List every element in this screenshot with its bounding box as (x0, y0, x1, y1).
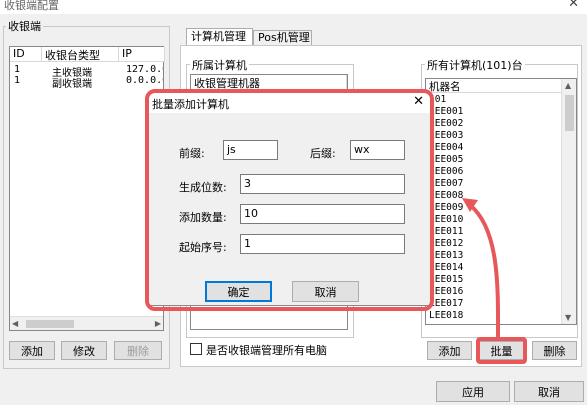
list-item[interactable]: LEE015 (429, 274, 559, 285)
list-item[interactable]: LEE001 (429, 106, 559, 117)
owned-computer-label: 所属计算机 (190, 57, 249, 73)
list-item[interactable]: LEE007 (429, 178, 559, 189)
manage-all-checkbox[interactable] (190, 343, 202, 355)
row-id: 1 (14, 75, 21, 86)
col-cashier-machine[interactable]: 收银管理机器 (191, 75, 347, 90)
manage-all-label: 是否收银端管理所有电脑 (206, 344, 327, 357)
list-item[interactable]: LEE002 (429, 118, 559, 129)
list-item[interactable]: LEE013 (429, 250, 559, 261)
row-ip: 0.0.0.0 (126, 75, 163, 86)
scroll-thumb[interactable] (565, 95, 574, 131)
list-item[interactable]: LEE003 (429, 130, 559, 141)
col-ip[interactable]: IP (119, 47, 165, 62)
apply-button[interactable]: 应用 (436, 381, 510, 402)
scroll-thumb[interactable] (26, 320, 74, 328)
list-item[interactable]: LEE016 (429, 286, 559, 297)
list-item[interactable]: LEE008 (429, 190, 559, 201)
window-close-icon[interactable]: ✕ (568, 0, 579, 11)
all-computers-list[interactable]: 机器名 J01 LEE001 LEE002 LEE003 LEE004 LEE005 LEE… (425, 78, 577, 325)
scroll-down-icon[interactable]: ▼ (565, 313, 571, 322)
window-title: 收银端配置 (4, 0, 59, 12)
table-row[interactable]: 1 副收银端 0.0.0.0 (10, 75, 163, 90)
list-item[interactable]: LEE014 (429, 262, 559, 273)
cashier-edit-button[interactable]: 修改 (61, 341, 107, 360)
batch-button-highlight (476, 337, 527, 364)
title-bar: 收银端配置 ✕ (0, 0, 587, 14)
list-item[interactable]: LEE011 (429, 226, 559, 237)
list-item[interactable]: LEE012 (429, 238, 559, 249)
cashier-group-label: 收银端 (6, 18, 43, 34)
list-item[interactable]: LEE005 (429, 154, 559, 165)
footer-cancel-button[interactable]: 取消 (514, 381, 584, 402)
table-row[interactable]: 1 主收银端 127.0.0. (10, 64, 163, 79)
cashier-delete-button[interactable]: 删除 (114, 341, 162, 360)
col-machine-name[interactable]: 机器名 (426, 79, 562, 93)
row-id: 1 (14, 64, 21, 75)
list-item[interactable]: LEE006 (429, 166, 559, 177)
computer-items: J01 LEE001 LEE002 LEE003 LEE004 LEE005 LEE006 L… (426, 94, 562, 324)
row-type: 副收银端 (52, 79, 92, 90)
row-ip: 127.0.0. (126, 64, 163, 75)
computer-delete-button[interactable]: 删除 (532, 341, 577, 360)
vertical-scrollbar[interactable]: ▲ ▼ (561, 79, 576, 324)
list-item[interactable]: LEE018 (429, 310, 559, 321)
scroll-up-icon[interactable]: ▲ (565, 81, 571, 90)
scroll-left-icon[interactable]: ◀ (12, 319, 18, 328)
list-item[interactable]: LEE004 (429, 142, 559, 153)
tab-computer-management[interactable]: 计算机管理 (186, 28, 253, 46)
scroll-right-icon[interactable]: ▶ (155, 319, 161, 328)
list-item[interactable]: LEE010 (429, 214, 559, 225)
dialog-highlight (145, 89, 434, 311)
computer-add-button[interactable]: 添加 (427, 341, 472, 360)
all-computers-label: 所有计算机(101)台 (425, 57, 525, 73)
cashier-table[interactable]: ID 收银台类型 IP 1 主收银端 127.0.0. 1 副收银端 0.0.0… (9, 46, 165, 331)
col-id[interactable]: ID (10, 47, 42, 62)
cashier-add-button[interactable]: 添加 (9, 341, 55, 360)
col-type[interactable]: 收银台类型 (42, 47, 119, 62)
list-item[interactable]: J01 (429, 94, 559, 105)
tab-pos-management[interactable]: Pos机管理 (253, 30, 312, 46)
horizontal-scrollbar[interactable]: ◀ ▶ (10, 316, 163, 330)
list-item[interactable]: LEE009 (429, 202, 559, 213)
list-item[interactable]: LEE017 (429, 298, 559, 309)
